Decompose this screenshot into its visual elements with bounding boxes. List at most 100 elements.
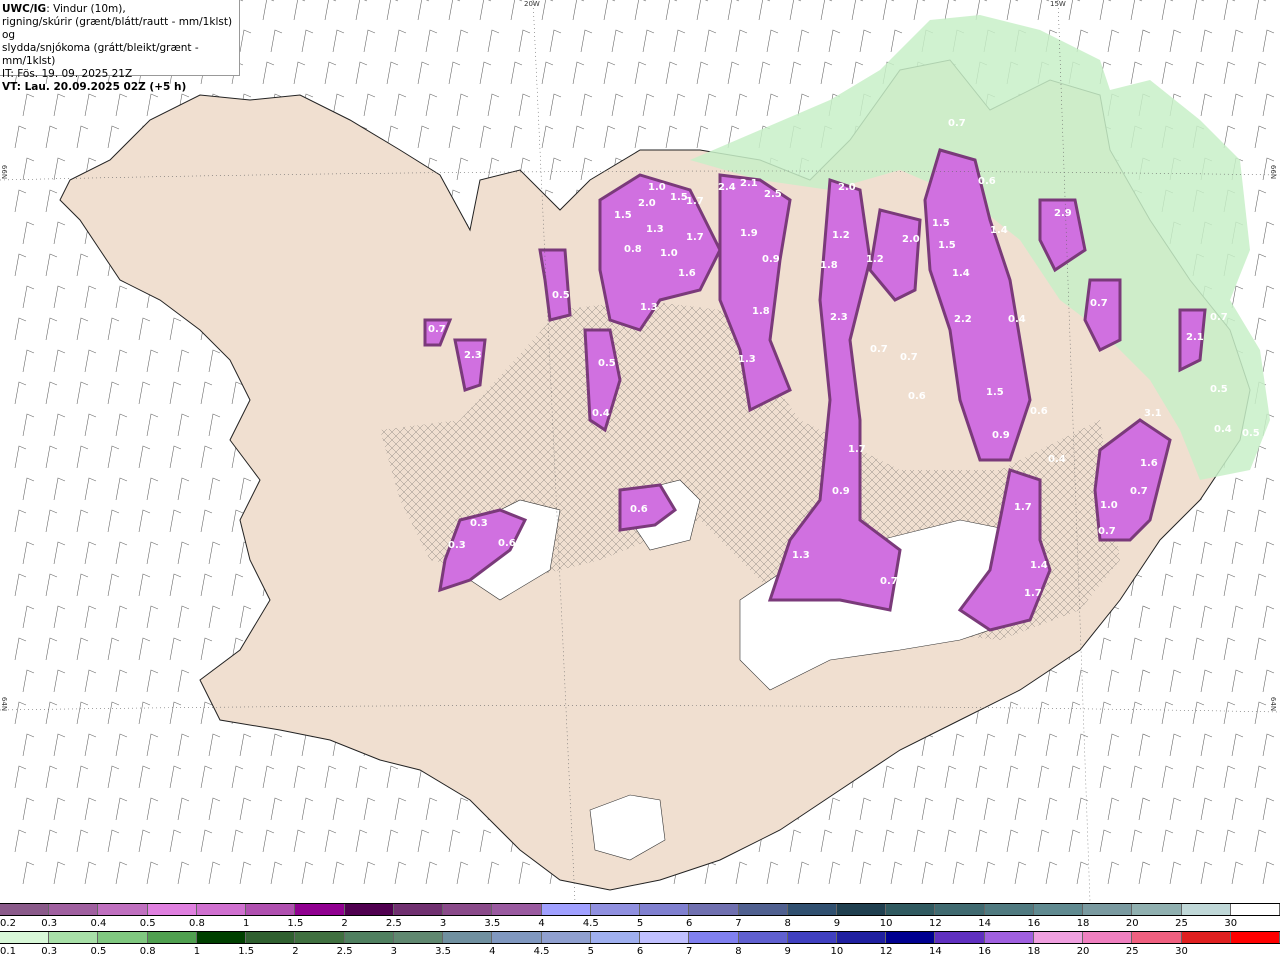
colorbar-swatch (836, 932, 887, 943)
colorbar-label: 8 (784, 918, 791, 929)
colorbar-label: 10 (879, 918, 893, 929)
colorbar-label: 2 (292, 946, 299, 957)
colorbar-label: 0.3 (41, 946, 58, 957)
lon-label-20w: 20W (524, 0, 540, 8)
colorbar-swatch (984, 904, 1034, 915)
precip-value-label: 1.0 (648, 182, 666, 193)
precip-value-label: 0.6 (498, 538, 516, 549)
precip-value-label: 0.6 (978, 176, 996, 187)
colorbar-swatch (49, 932, 99, 943)
precip-value-label: 1.6 (1140, 458, 1158, 469)
precip-value-label: 0.6 (908, 391, 926, 402)
colorbar-swatch (98, 904, 148, 915)
precip-value-label: 2.3 (830, 312, 848, 323)
precip-value-label: 1.7 (686, 232, 704, 243)
colorbar-swatch (1181, 904, 1231, 915)
colorbar-label: 16 (1027, 918, 1041, 929)
colorbar-label: 6 (636, 946, 644, 957)
colorbar-swatch (147, 904, 197, 915)
colorbar-swatch (0, 932, 50, 943)
colorbar-swatch (246, 904, 296, 915)
colorbar-label: 2.5 (336, 946, 353, 957)
precip-value-label: 0.5 (552, 290, 570, 301)
colorbar-swatch (1083, 932, 1133, 943)
colorbar-swatch (1181, 932, 1231, 943)
colorbar-swatch (492, 904, 542, 915)
precip-value-label: 0.9 (832, 486, 850, 497)
precip-value-label: 1.4 (952, 268, 970, 279)
colorbar-label: 0.4 (90, 918, 107, 929)
colorbar-label: 20 (1125, 918, 1139, 929)
precip-value-label: 0.7 (1098, 526, 1116, 537)
colorbar-swatch (295, 904, 345, 915)
precip-value-label: 0.7 (880, 576, 898, 587)
precip-value-label: 0.9 (992, 430, 1010, 441)
precip-value-label: 1.7 (1024, 588, 1042, 599)
colorbar-label: 0.2 (0, 918, 16, 929)
lat-label-64n-right: 64N (1269, 696, 1278, 712)
colorbar-label: 3 (390, 946, 398, 957)
colorbar-swatch (935, 904, 985, 915)
lat-label-66n-right: 66N (1269, 164, 1278, 180)
colorbar-swatch (689, 904, 739, 915)
colorbar-swatch (1230, 904, 1280, 915)
colorbar-label: 6 (686, 918, 693, 929)
colorbar-swatch (196, 904, 247, 915)
colorbar-label: 3 (439, 918, 447, 929)
colorbar-label: 0.5 (139, 918, 156, 929)
colorbar-swatch (246, 932, 296, 943)
precip-value-label: 0.5 (1210, 384, 1228, 395)
precip-value-label: 0.7 (870, 344, 888, 355)
colorbar-label: 9 (833, 918, 841, 929)
valid-time: VT: Lau. 20.09.2025 02Z (+5 h) (2, 81, 187, 93)
colorbar-swatch (738, 932, 788, 943)
precip-value-label: 3.1 (1144, 408, 1162, 419)
precip-value-label: 0.6 (1030, 406, 1048, 417)
precip-value-label: 2.0 (638, 198, 656, 209)
precip-value-label: 2.1 (740, 178, 758, 189)
colorbar-swatch (935, 932, 985, 943)
colorbar-label: 25 (1125, 946, 1139, 957)
precip-value-label: 0.8 (624, 244, 642, 255)
colorbar-label: 5 (587, 946, 594, 957)
colorbar-label: 30 (1224, 918, 1238, 929)
rain-colorbar-labels: 0.1 0.3 0.5 0.8 1 1.5 2 2.5 3 3.5 4 4.5 5 6 7 8 9 10 12 14 1… (0, 946, 1280, 958)
precip-value-label: 1.2 (866, 254, 884, 265)
colorbar-label: 4 (538, 918, 545, 929)
colorbar-label: 2 (341, 918, 348, 929)
colorbar-swatch (640, 904, 690, 915)
colorbar-label: 3.5 (484, 918, 501, 929)
colorbar-label: 5 (636, 918, 644, 929)
colorbar-swatch (344, 904, 394, 915)
precip-value-label: 0.7 (1090, 298, 1108, 309)
colorbar-swatch (1132, 904, 1182, 915)
precip-value-label: 1.5 (614, 210, 632, 221)
colorbar-label: 0.8 (139, 946, 156, 957)
map-title-box: UWC/IG: Vindur (10m), rigning/skúrir (gr… (0, 0, 240, 93)
colorbar-swatch (689, 932, 739, 943)
colorbar-label: 18 (1076, 918, 1090, 929)
colorbar-swatch (295, 932, 345, 943)
title-line-3: slydda/snjókoma (grátt/bleikt/grænt - mm… (2, 42, 199, 67)
lat-label-66n-left: 66N (0, 164, 9, 180)
colorbar-swatch (443, 932, 493, 943)
colorbar-label: 0.5 (90, 946, 107, 957)
colorbar-label: 20 (1076, 946, 1090, 957)
precip-value-label: 0.7 (428, 324, 446, 335)
precip-value-label: 2.3 (464, 350, 482, 361)
precip-value-label: 1.8 (820, 260, 838, 271)
colorbar-label: 4 (489, 946, 496, 957)
precip-value-label: 1.4 (990, 225, 1008, 236)
precip-value-label: 1.0 (660, 248, 678, 259)
precip-value-label: 1.3 (646, 224, 664, 235)
colorbar-label: 2.5 (385, 918, 402, 929)
precip-value-label: 2.1 (1186, 332, 1204, 343)
lat-label-64n-left: 64N (0, 696, 9, 712)
colorbar-swatch (443, 904, 493, 915)
precip-value-label: 1.4 (1030, 560, 1048, 571)
colorbar-swatch (492, 932, 542, 943)
issue-time: IT: Fös. 19. 09. 2025 21Z (2, 68, 133, 80)
precip-value-label: 1.7 (1014, 502, 1032, 513)
colorbar-swatch (1033, 932, 1084, 943)
precip-value-label: 0.3 (448, 540, 466, 551)
